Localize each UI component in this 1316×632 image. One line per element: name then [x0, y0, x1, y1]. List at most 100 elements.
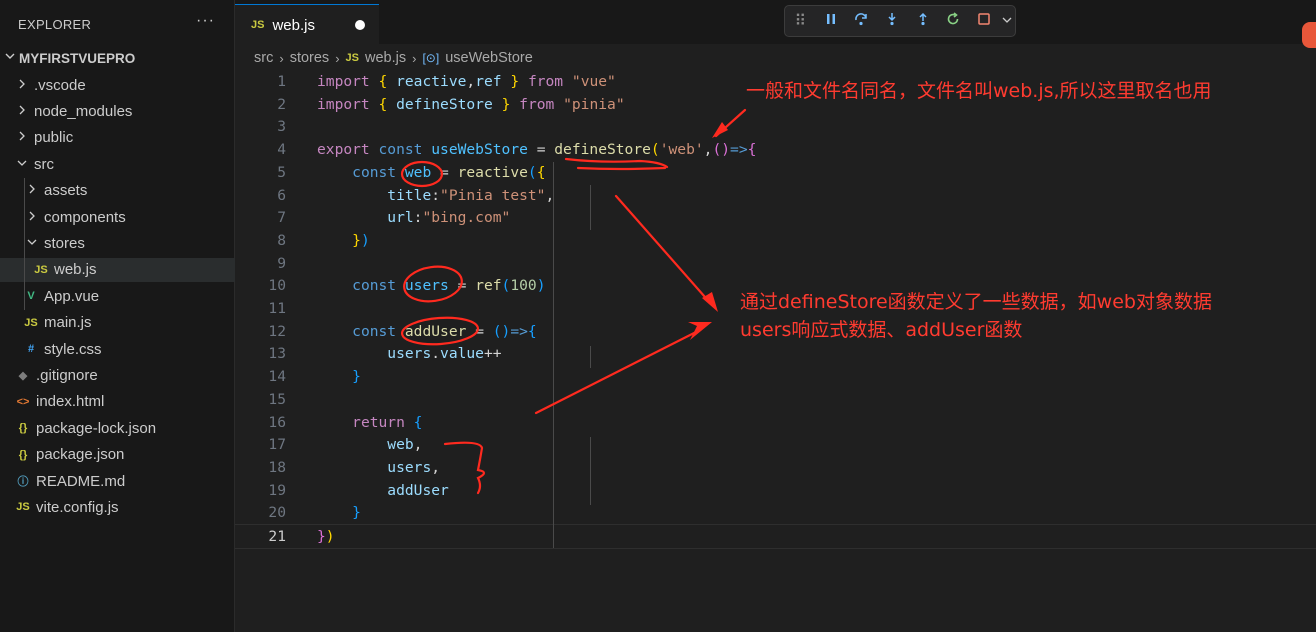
code-line[interactable]: 3 — [235, 115, 1316, 138]
project-root[interactable]: MYFIRSTVUEPRO — [0, 49, 234, 71]
breadcrumb-symbol[interactable]: useWebStore — [445, 50, 533, 66]
code-line[interactable]: 19 addUser — [235, 479, 1316, 502]
tree-item[interactable]: ⓘ README.md — [0, 469, 248, 493]
code-line[interactable]: 15 — [235, 388, 1316, 411]
code-token: defineStore — [554, 141, 651, 159]
tree-item-label: node_modules — [34, 102, 133, 120]
tab-bar: JS web.js ⠿ — [235, 0, 1316, 45]
line-number: 11 — [268, 300, 286, 317]
tree-item-label: assets — [44, 182, 88, 200]
step-into-icon[interactable] — [877, 12, 908, 31]
line-number: 19 — [268, 481, 286, 499]
tree-item-label: stores — [44, 234, 85, 252]
code-text: export const useWebStore = defineStore('… — [317, 141, 756, 158]
tree-item[interactable]: V App.vue — [0, 284, 256, 308]
breadcrumb-file[interactable]: web.js — [365, 50, 406, 66]
line-number: 2 — [277, 95, 286, 113]
breadcrumb-src[interactable]: src — [254, 50, 273, 66]
tree-item[interactable]: # style.css — [0, 337, 256, 361]
code-line[interactable]: 20 } — [235, 501, 1316, 524]
json-file-icon: {} — [18, 448, 28, 461]
step-over-icon[interactable] — [846, 12, 877, 31]
breadcrumb: src › stores › JS web.js › [⊙] useWebSto… — [254, 50, 533, 66]
tree-item-label: components — [44, 208, 126, 226]
tree-item[interactable]: src — [0, 152, 248, 176]
tree-item[interactable]: <> index.html — [0, 390, 248, 414]
tree-item[interactable]: node_modules — [0, 99, 248, 123]
code-token: addUser — [387, 481, 449, 499]
tree-item[interactable]: JS main.js — [0, 311, 256, 335]
tree-item[interactable]: JS web.js — [0, 257, 266, 282]
code-token: = — [431, 163, 458, 181]
tree-item-label: main.js — [44, 314, 92, 332]
code-token: const — [378, 141, 423, 159]
tree-item[interactable]: stores — [0, 231, 258, 255]
line-number: 3 — [277, 118, 286, 136]
code-line[interactable]: 14 } — [235, 365, 1316, 388]
code-token: ++ — [483, 345, 502, 363]
js-file-icon: JS — [34, 263, 48, 276]
code-line[interactable]: 9 — [235, 252, 1316, 275]
annotation-define-note-line2: users响应式数据、addUser函数 — [740, 319, 1023, 341]
tree-item[interactable]: JS vite.config.js — [0, 495, 248, 519]
tree-item[interactable]: {} package-lock.json — [0, 416, 248, 440]
stop-icon[interactable] — [969, 12, 1000, 31]
code-token: { — [527, 322, 537, 340]
line-number: 5 — [277, 163, 286, 181]
indent-guide — [590, 346, 591, 368]
code-line[interactable]: 18 users, — [235, 456, 1316, 479]
tree-item[interactable]: ◆ .gitignore — [0, 363, 248, 387]
code-token: { — [378, 95, 388, 113]
line-number: 16 — [268, 413, 286, 431]
annotation-define-note-line1: 通过defineStore函数定义了一些数据，如web对象数据 — [740, 291, 1212, 313]
json-file-icon: {} — [18, 422, 28, 435]
code-text: }) — [317, 528, 335, 545]
code-line[interactable]: 4 export const useWebStore = defineStore(… — [235, 138, 1316, 161]
explorer-title: EXPLORER — [18, 17, 92, 32]
code-token: web — [404, 163, 432, 181]
more-actions-icon[interactable]: ··· — [196, 12, 215, 30]
code-token: ( — [527, 163, 537, 181]
tree-item[interactable]: components — [0, 205, 258, 229]
code-line[interactable]: 13 users.value++ — [235, 342, 1316, 365]
restart-icon[interactable] — [938, 11, 969, 31]
code-text: web, — [317, 436, 422, 453]
code-token: , — [466, 73, 476, 90]
breadcrumb-stores[interactable]: stores — [290, 50, 330, 66]
pause-icon[interactable] — [816, 12, 847, 31]
code-token: ( — [650, 141, 660, 159]
tree-item[interactable]: .vscode — [0, 73, 248, 97]
code-line[interactable]: 16 return { — [235, 411, 1316, 434]
code-line[interactable]: 6 title:"Pinia test", — [235, 184, 1316, 207]
code-line[interactable]: 7 url:"bing.com" — [235, 206, 1316, 229]
code-token: ) — [325, 528, 335, 545]
tree-item[interactable]: {} package.json — [0, 443, 248, 467]
code-line[interactable]: 5 const web = reactive({ — [235, 161, 1316, 184]
grip-icon[interactable]: ⠿ — [785, 11, 816, 31]
code-token: users — [387, 345, 432, 363]
symbol-icon: [⊙] — [422, 51, 440, 65]
chevron-down-icon[interactable] — [999, 12, 1015, 30]
tab-web-js[interactable]: JS web.js — [235, 4, 379, 45]
step-out-icon[interactable] — [907, 12, 938, 31]
code-token: import — [317, 73, 370, 90]
code-token: from — [527, 73, 564, 90]
tree-item[interactable]: assets — [0, 179, 258, 203]
unsaved-dot-icon[interactable] — [355, 20, 365, 30]
chevron-down-icon — [14, 157, 30, 172]
code-text: const web = reactive({ — [317, 163, 545, 181]
chevron-down-icon — [24, 236, 40, 251]
code-line[interactable]: 8 }) — [235, 229, 1316, 252]
line-number: 21 — [268, 528, 286, 545]
code-line[interactable]: 21}) — [235, 524, 1316, 549]
tree-item[interactable]: public — [0, 126, 248, 150]
code-token: return — [352, 413, 405, 431]
code-line[interactable]: 17 web, — [235, 433, 1316, 456]
